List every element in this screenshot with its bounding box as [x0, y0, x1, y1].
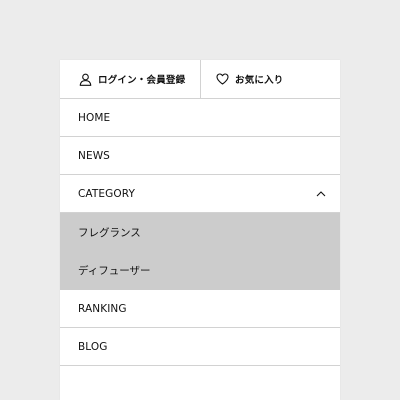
menu-item-label: RANKING — [78, 302, 127, 315]
submenu-item-label: ディフューザー — [78, 264, 151, 277]
heart-icon — [215, 72, 229, 86]
menu-item-ranking[interactable]: RANKING — [60, 290, 340, 328]
category-submenu: フレグランス ディフューザー — [60, 213, 340, 290]
account-bar: ログイン・会員登録 お気に入り — [60, 60, 340, 99]
submenu-item-fragrance[interactable]: フレグランス — [60, 213, 340, 251]
main-menu: HOME NEWS CATEGORY フレグランス ディフューザー RANKIN… — [60, 99, 340, 366]
user-icon — [78, 72, 92, 86]
submenu-item-diffuser[interactable]: ディフューザー — [60, 251, 340, 289]
navigation-drawer: ログイン・会員登録 お気に入り HOME NEWS CATEGORY フレグラン… — [60, 60, 340, 400]
menu-item-label: NEWS — [78, 149, 110, 162]
login-register-button[interactable]: ログイン・会員登録 — [60, 60, 201, 98]
menu-item-label: HOME — [78, 111, 111, 124]
chevron-up-icon[interactable] — [315, 188, 327, 200]
menu-item-category[interactable]: CATEGORY — [60, 175, 340, 213]
menu-item-label: BLOG — [78, 340, 108, 353]
menu-item-label: CATEGORY — [78, 187, 135, 200]
favorites-button[interactable]: お気に入り — [201, 60, 340, 98]
menu-item-blog[interactable]: BLOG — [60, 328, 340, 366]
favorites-label: お気に入り — [235, 75, 284, 86]
login-register-label: ログイン・会員登録 — [98, 75, 186, 86]
menu-item-home[interactable]: HOME — [60, 99, 340, 137]
menu-item-news[interactable]: NEWS — [60, 137, 340, 175]
submenu-item-label: フレグランス — [78, 226, 141, 239]
